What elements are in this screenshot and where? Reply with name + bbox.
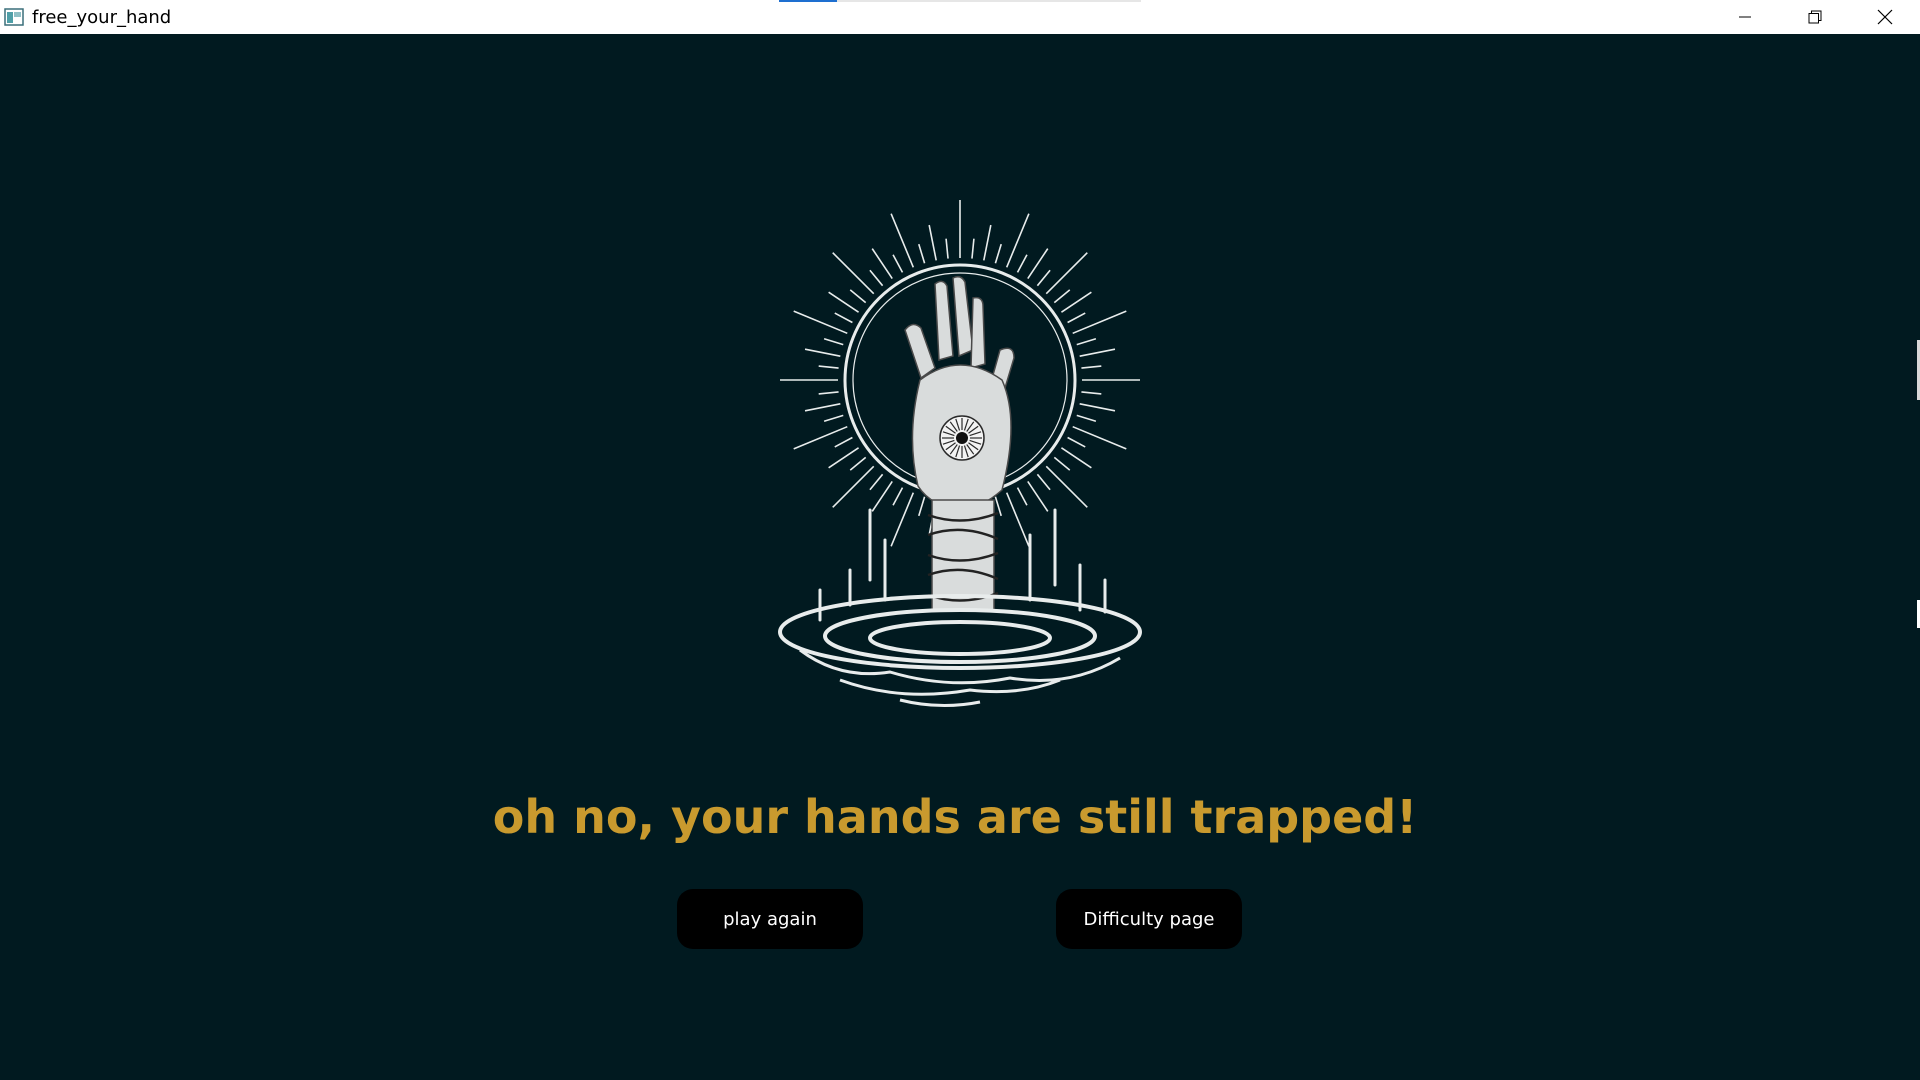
sunburst-ray — [1005, 213, 1030, 268]
sunburst-ray — [1053, 456, 1071, 471]
sunburst-ray — [804, 348, 841, 357]
sunburst-ray — [892, 487, 904, 506]
sunburst-ray — [804, 403, 841, 412]
sunburst-ray — [1045, 252, 1088, 295]
sunburst-ray — [1072, 425, 1127, 450]
sunburst-ray — [1076, 414, 1097, 422]
sunburst-ray — [918, 496, 926, 517]
restore-icon — [1808, 10, 1822, 24]
title-progress-fill — [779, 0, 837, 2]
sunburst-ray — [983, 224, 992, 261]
sunburst-ray — [871, 480, 893, 512]
sunburst-ray — [849, 456, 867, 471]
game-over-message: oh no, your hands are still trapped! — [492, 790, 1418, 844]
restore-button[interactable] — [1780, 0, 1850, 34]
sunburst-ray — [869, 269, 884, 287]
sunburst-ray — [849, 289, 867, 304]
app-window: free_your_hand oh no, your hands are sti… — [0, 0, 1920, 1080]
sunburst-ray — [1079, 403, 1116, 412]
sunburst-ray — [1027, 248, 1049, 280]
sunburst-ray — [945, 238, 949, 259]
minimize-button[interactable] — [1710, 0, 1780, 34]
sunburst-ray — [793, 310, 848, 335]
sunburst-ray — [1060, 447, 1092, 469]
sunburst-ray — [890, 213, 915, 268]
minimize-icon — [1739, 16, 1751, 18]
sunburst-ray — [918, 243, 926, 264]
hand-emerging-from-water-illustration — [778, 200, 1142, 708]
sunburst-ray — [928, 224, 937, 261]
sunburst-ray — [834, 436, 853, 448]
sunburst-ray — [823, 338, 844, 346]
sunburst-ray — [1016, 487, 1028, 506]
sunburst-ray — [971, 238, 975, 259]
window-controls — [1710, 0, 1920, 34]
sunburst-ray — [1072, 310, 1127, 335]
app-window-icon — [4, 8, 24, 26]
title-bar: free_your_hand — [0, 0, 1920, 34]
close-button[interactable] — [1850, 0, 1920, 34]
close-icon — [1877, 9, 1893, 25]
sunburst-ray — [1079, 348, 1116, 357]
sunburst-ray — [871, 248, 893, 280]
sunburst-ray — [1027, 480, 1049, 512]
window-title: free_your_hand — [32, 6, 172, 28]
sunburst-ray — [1081, 391, 1102, 395]
sunburst-ray — [994, 243, 1002, 264]
sunburst-ray — [828, 447, 860, 469]
sunburst-ray — [832, 465, 875, 508]
sunburst-ray — [1067, 312, 1086, 324]
sunburst-ray — [818, 365, 839, 369]
sunburst-ray — [793, 425, 848, 450]
sunburst-ray — [1053, 289, 1071, 304]
sunburst-ray — [818, 391, 839, 395]
sunburst-ray — [1081, 365, 1102, 369]
sunburst-ray — [1005, 492, 1030, 547]
sunburst-ray — [1060, 291, 1092, 313]
sunburst-ray — [869, 473, 884, 491]
sunburst-ray — [1036, 269, 1051, 287]
difficulty-page-button[interactable]: Difficulty page — [1056, 889, 1242, 949]
sunburst-ray — [1076, 338, 1097, 346]
sunburst-ray — [1045, 465, 1088, 508]
sunburst-ray — [890, 492, 915, 547]
sunburst-ray — [892, 254, 904, 273]
sunburst-ray — [832, 252, 875, 295]
sunburst-ray — [834, 312, 853, 324]
sunburst-ray — [1036, 473, 1051, 491]
play-again-button[interactable]: play again — [677, 889, 863, 949]
title-progress-bar — [779, 0, 1141, 2]
sunburst-ray — [823, 414, 844, 422]
sunburst-ray — [1016, 254, 1028, 273]
sunburst-ray — [828, 291, 860, 313]
sunburst-ray — [1067, 436, 1086, 448]
